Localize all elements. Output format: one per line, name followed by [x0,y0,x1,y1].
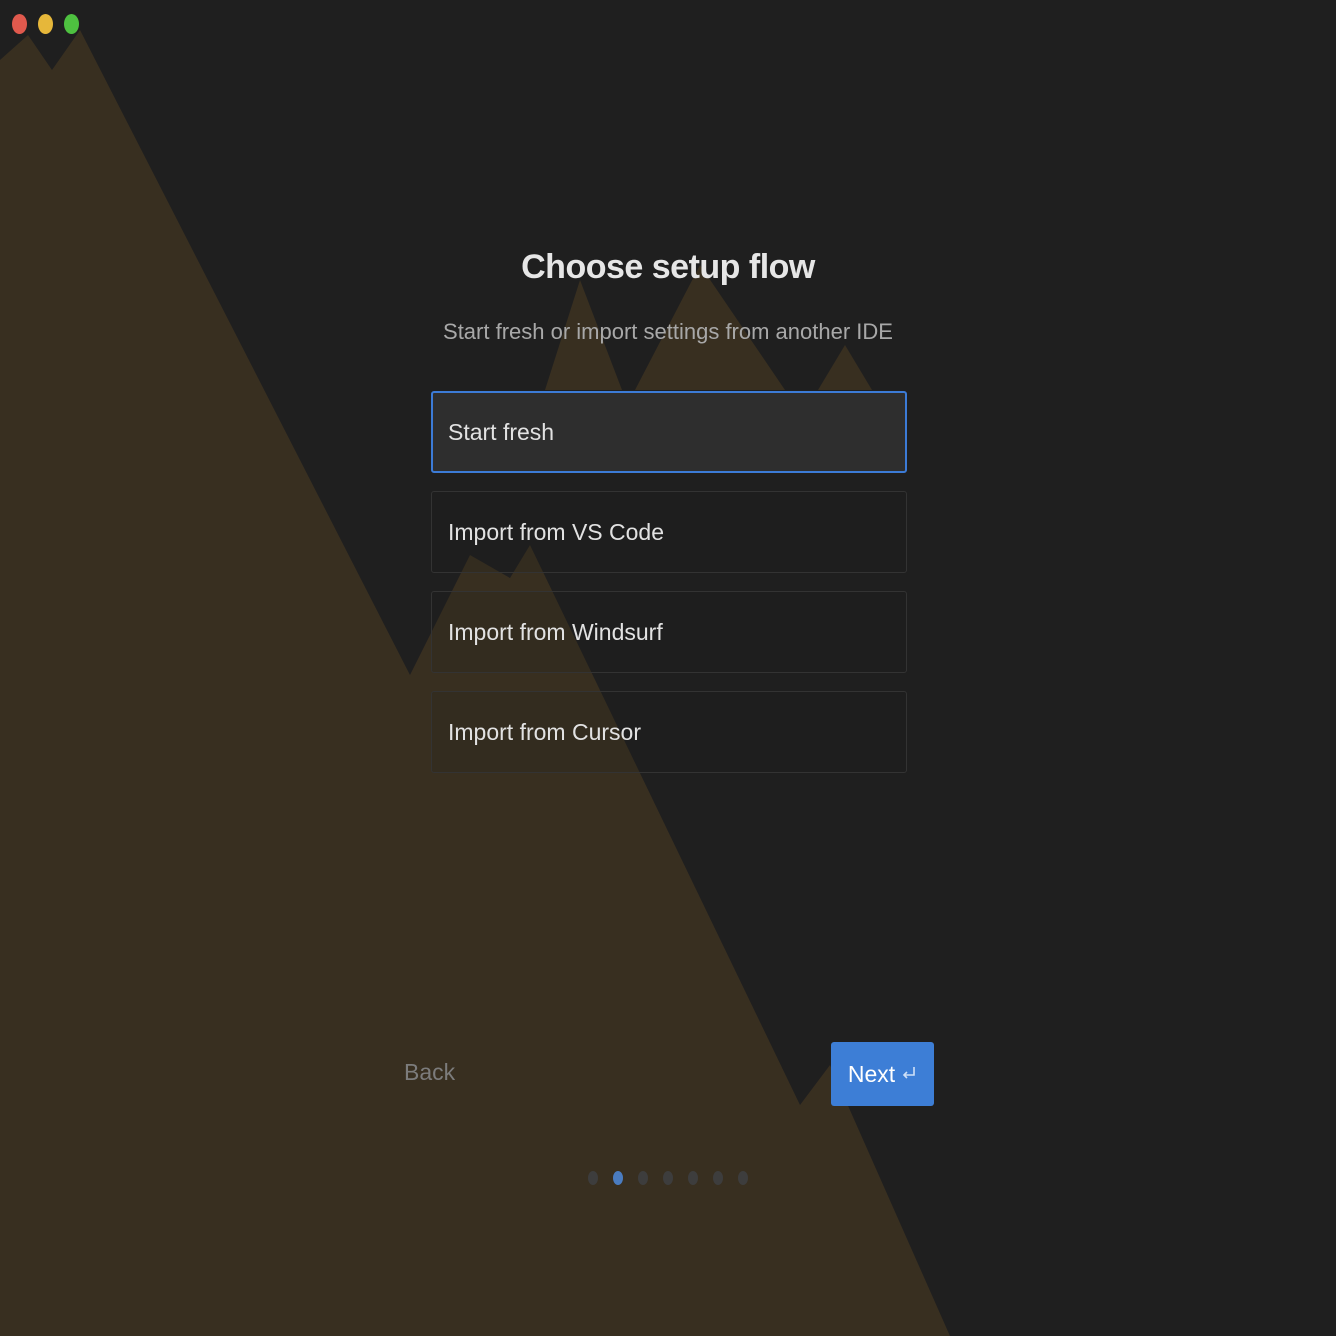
pager-dot [738,1171,748,1185]
close-button[interactable] [12,14,27,34]
option-import-windsurf[interactable]: Import from Windsurf [431,591,907,673]
back-button[interactable]: Back [404,1059,455,1086]
next-button[interactable]: Next [831,1042,934,1106]
setup-window: Choose setup flow Start fresh or import … [0,0,1336,1336]
pager-dot [713,1171,723,1185]
setup-content: Choose setup flow Start fresh or import … [0,0,1336,1336]
enter-key-icon [903,1067,915,1079]
option-import-cursor[interactable]: Import from Cursor [431,691,907,773]
page-subtitle: Start fresh or import settings from anot… [443,319,893,344]
option-import-vscode[interactable]: Import from VS Code [431,491,907,573]
pager-dot [638,1171,648,1185]
zoom-button[interactable] [64,14,79,34]
pager-dot-active [613,1171,623,1185]
pager-dot [663,1171,673,1185]
minimize-button[interactable] [38,14,53,34]
step-pager [588,1171,748,1185]
pager-dot [688,1171,698,1185]
option-label: Import from Windsurf [448,618,663,645]
option-label: Import from Cursor [448,718,641,745]
page-title: Choose setup flow [521,248,815,286]
option-label: Start fresh [448,418,555,445]
window-controls [12,14,79,34]
pager-dot [588,1171,598,1185]
option-start-fresh[interactable]: Start fresh [431,391,907,473]
next-button-label: Next [847,1060,896,1087]
setup-options-list: Start fresh Import from VS Code Import f… [431,391,907,791]
option-label: Import from VS Code [448,518,665,545]
